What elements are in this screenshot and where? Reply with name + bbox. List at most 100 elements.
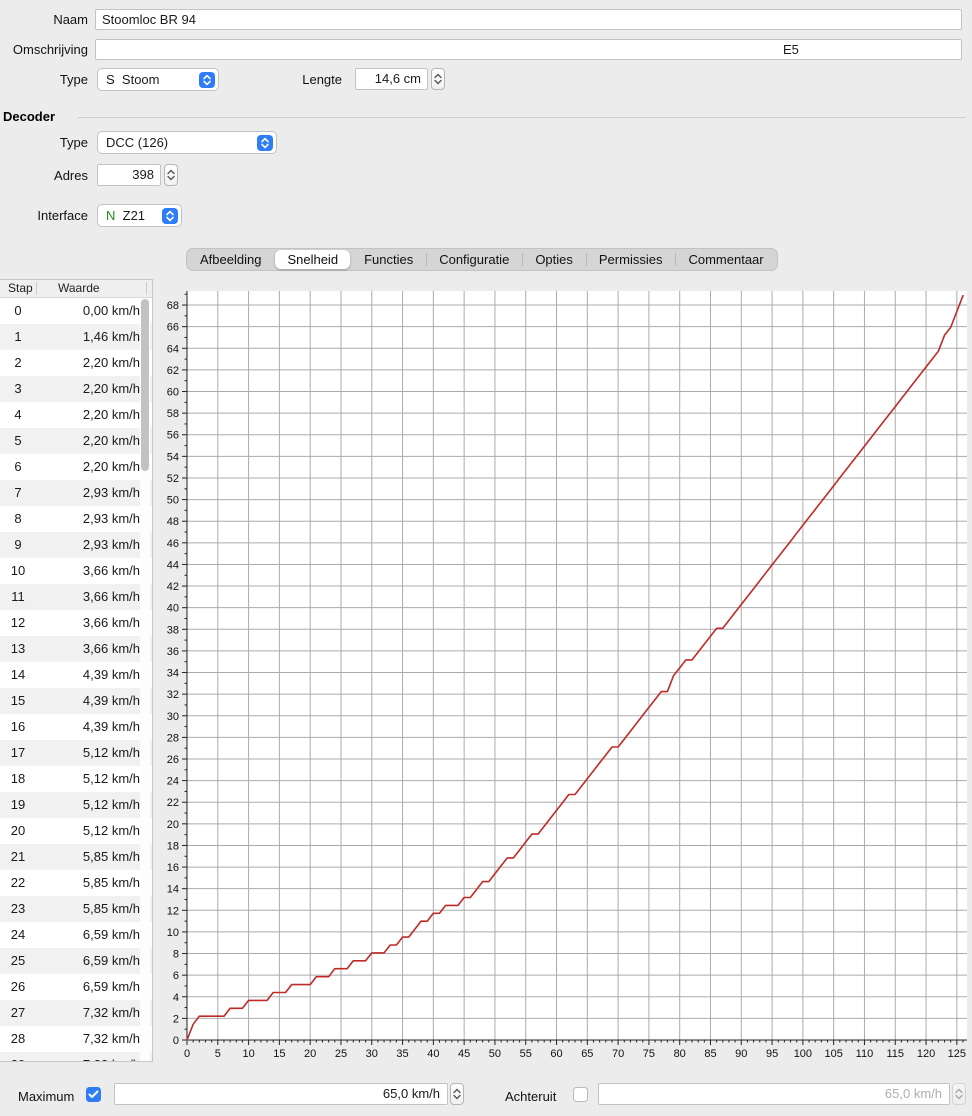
cell-waarde: 5,12 km/h xyxy=(36,740,140,766)
svg-text:40: 40 xyxy=(167,603,179,615)
svg-text:120: 120 xyxy=(917,1048,935,1060)
cell-stap: 6 xyxy=(0,454,36,480)
decoder-divider xyxy=(78,117,966,118)
cell-waarde: 4,39 km/h xyxy=(36,688,140,714)
decoder-type-select[interactable]: DCC (126) xyxy=(97,131,277,154)
maximum-speed-stepper[interactable] xyxy=(450,1083,464,1105)
svg-text:62: 62 xyxy=(167,365,179,377)
table-row[interactable]: 144,39 km/h xyxy=(0,662,152,688)
svg-text:52: 52 xyxy=(167,473,179,485)
col-header-waarde: Waarde xyxy=(58,281,100,295)
achteruit-speed-input[interactable]: 65,0 km/h xyxy=(598,1083,950,1105)
svg-text:56: 56 xyxy=(167,430,179,442)
cell-waarde: 5,12 km/h xyxy=(36,818,140,844)
tab-afbeelding[interactable]: Afbeelding xyxy=(187,249,274,270)
table-row[interactable]: 113,66 km/h xyxy=(0,584,152,610)
table-row[interactable]: 103,66 km/h xyxy=(0,558,152,584)
cell-waarde: 3,66 km/h xyxy=(36,636,140,662)
omschrijving-value: E5 xyxy=(783,40,799,59)
table-row[interactable]: 164,39 km/h xyxy=(0,714,152,740)
table-row[interactable]: 277,32 km/h xyxy=(0,1000,152,1026)
lengte-input[interactable]: 14,6 cm xyxy=(355,68,428,90)
table-row[interactable]: 32,20 km/h xyxy=(0,376,152,402)
svg-text:50: 50 xyxy=(489,1048,501,1060)
interface-select[interactable]: N Z21 xyxy=(97,204,182,227)
svg-text:65: 65 xyxy=(581,1048,593,1060)
achteruit-label: Achteruit xyxy=(505,1086,567,1107)
cell-stap: 16 xyxy=(0,714,36,740)
naam-input[interactable]: Stoomloc BR 94 xyxy=(95,9,962,30)
lengte-stepper[interactable] xyxy=(431,68,445,90)
table-row[interactable]: 266,59 km/h xyxy=(0,974,152,1000)
table-row[interactable]: 11,46 km/h xyxy=(0,324,152,350)
svg-text:90: 90 xyxy=(735,1048,747,1060)
table-row[interactable]: 225,85 km/h xyxy=(0,870,152,896)
omschrijving-input[interactable]: E5 xyxy=(95,39,962,60)
table-row[interactable]: 42,20 km/h xyxy=(0,402,152,428)
cell-stap: 12 xyxy=(0,610,36,636)
table-row[interactable]: 235,85 km/h xyxy=(0,896,152,922)
table-row[interactable]: 82,93 km/h xyxy=(0,506,152,532)
table-row[interactable]: 287,32 km/h xyxy=(0,1026,152,1052)
cell-stap: 5 xyxy=(0,428,36,454)
svg-text:40: 40 xyxy=(427,1048,439,1060)
tab-opties[interactable]: Opties xyxy=(522,249,586,270)
cell-stap: 21 xyxy=(0,844,36,870)
maximum-checkbox[interactable] xyxy=(86,1087,101,1102)
svg-text:80: 80 xyxy=(674,1048,686,1060)
cell-stap: 25 xyxy=(0,948,36,974)
svg-text:20: 20 xyxy=(304,1048,316,1060)
cell-waarde: 2,20 km/h xyxy=(36,454,140,480)
cell-waarde: 1,46 km/h xyxy=(36,324,140,350)
view-tabs: AfbeeldingSnelheidFunctiesConfiguratieOp… xyxy=(186,248,778,271)
table-row[interactable]: 195,12 km/h xyxy=(0,792,152,818)
svg-text:75: 75 xyxy=(643,1048,655,1060)
cell-waarde: 2,20 km/h xyxy=(36,428,140,454)
table-row[interactable]: 123,66 km/h xyxy=(0,610,152,636)
table-row[interactable]: 154,39 km/h xyxy=(0,688,152,714)
table-row[interactable]: 52,20 km/h xyxy=(0,428,152,454)
table-row[interactable]: 175,12 km/h xyxy=(0,740,152,766)
cell-stap: 19 xyxy=(0,792,36,818)
cell-stap: 13 xyxy=(0,636,36,662)
speed-step-table[interactable]: Stap Waarde 00,00 km/h11,46 km/h22,20 km… xyxy=(0,279,153,1062)
table-row[interactable]: 256,59 km/h xyxy=(0,948,152,974)
table-row[interactable]: 72,93 km/h xyxy=(0,480,152,506)
svg-text:55: 55 xyxy=(520,1048,532,1060)
maximum-speed-input[interactable]: 65,0 km/h xyxy=(114,1083,448,1105)
table-row[interactable]: 62,20 km/h xyxy=(0,454,152,480)
table-row[interactable]: 22,20 km/h xyxy=(0,350,152,376)
tab-functies[interactable]: Functies xyxy=(351,249,426,270)
tab-commentaar[interactable]: Commentaar xyxy=(675,249,776,270)
maximum-speed-value: 65,0 km/h xyxy=(383,1086,440,1101)
tab-configuratie[interactable]: Configuratie xyxy=(426,249,522,270)
cell-stap: 9 xyxy=(0,532,36,558)
table-row[interactable]: 00,00 km/h xyxy=(0,298,152,324)
svg-text:95: 95 xyxy=(766,1048,778,1060)
cell-waarde: 2,93 km/h xyxy=(36,506,140,532)
tab-permissies[interactable]: Permissies xyxy=(586,249,676,270)
table-row[interactable]: 205,12 km/h xyxy=(0,818,152,844)
svg-text:14: 14 xyxy=(167,884,179,896)
table-row[interactable]: 215,85 km/h xyxy=(0,844,152,870)
svg-text:46: 46 xyxy=(167,538,179,550)
table-row[interactable]: 297,32 km/h xyxy=(0,1052,152,1062)
adres-stepper[interactable] xyxy=(164,164,178,186)
tab-snelheid[interactable]: Snelheid xyxy=(275,250,350,269)
cell-waarde: 7,32 km/h xyxy=(36,1000,140,1026)
check-icon xyxy=(88,1090,99,1099)
cell-stap: 23 xyxy=(0,896,36,922)
type-select[interactable]: S Stoom xyxy=(97,68,219,91)
table-row[interactable]: 185,12 km/h xyxy=(0,766,152,792)
cell-waarde: 2,20 km/h xyxy=(36,350,140,376)
table-row[interactable]: 246,59 km/h xyxy=(0,922,152,948)
achteruit-checkbox[interactable] xyxy=(573,1087,588,1102)
svg-text:25: 25 xyxy=(335,1048,347,1060)
table-row[interactable]: 133,66 km/h xyxy=(0,636,152,662)
speed-table-header: Stap Waarde xyxy=(0,280,152,298)
table-scrollbar-thumb[interactable] xyxy=(141,299,149,471)
adres-input[interactable]: 398 xyxy=(97,164,161,186)
cell-waarde: 5,85 km/h xyxy=(36,844,140,870)
speed-curve-chart[interactable]: 0510152025303540455055606570758085909510… xyxy=(160,279,972,1075)
table-row[interactable]: 92,93 km/h xyxy=(0,532,152,558)
